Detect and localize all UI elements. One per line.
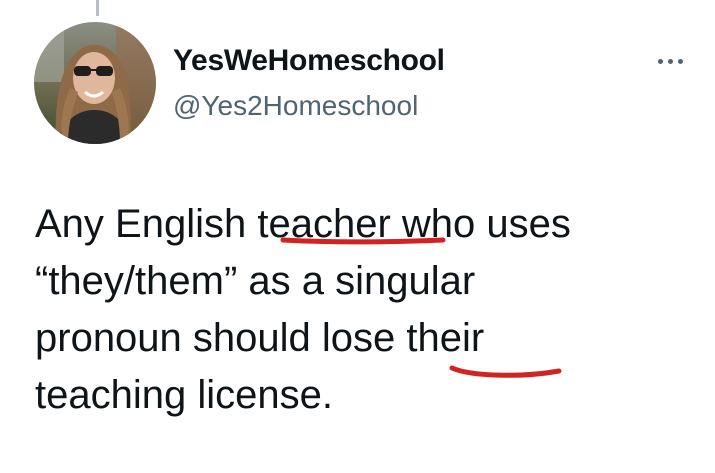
- tweet-text-line: “they/them” as a singular: [35, 259, 476, 303]
- thread-connector-line: [96, 0, 99, 16]
- user-handle[interactable]: @Yes2Homeschool: [173, 90, 418, 122]
- more-options-button[interactable]: [645, 46, 695, 76]
- more-horizontal-icon: [657, 58, 663, 64]
- avatar-photo: [34, 22, 156, 144]
- tweet-text-line: teaching license.: [35, 373, 333, 417]
- display-name[interactable]: YesWeHomeschool: [173, 44, 445, 78]
- tweet-text-line: Any English teacher who uses: [35, 202, 571, 246]
- avatar[interactable]: [34, 22, 156, 144]
- tweet-text-line: pronoun should lose their: [35, 316, 485, 360]
- more-horizontal-icon: [677, 58, 683, 64]
- more-horizontal-icon: [667, 58, 673, 64]
- tweet-text: Any English teacher who uses “they/them”…: [35, 196, 695, 424]
